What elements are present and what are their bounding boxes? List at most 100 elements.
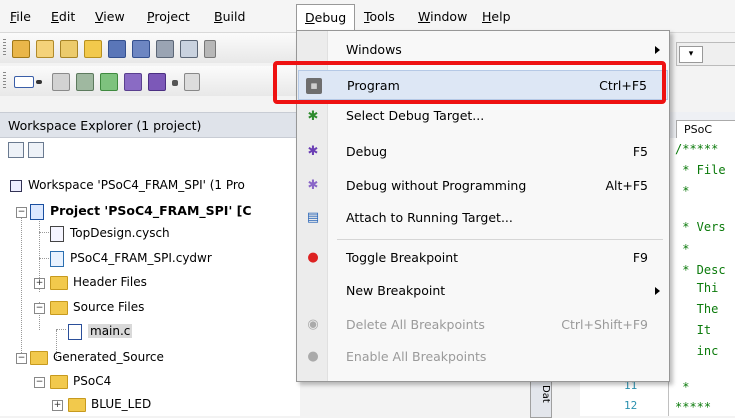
collapse-icon[interactable]: [8, 142, 24, 158]
collapse-toggle[interactable]: −: [34, 377, 45, 388]
menu-item-label: New Breakpoint: [346, 283, 446, 298]
build-project-icon[interactable]: [76, 73, 94, 91]
menu-item-select-debug-target[interactable]: ✱ Select Debug Target...: [298, 107, 668, 129]
tree-item-source-files[interactable]: Source Files: [50, 298, 144, 316]
select-target-icon: ✱: [307, 109, 319, 124]
print-preview-icon[interactable]: [180, 40, 198, 58]
collapse-toggle[interactable]: −: [16, 353, 27, 364]
tree-item-label: BLUE_LED: [91, 397, 152, 411]
new-project-icon[interactable]: [12, 40, 30, 58]
collapse-toggle[interactable]: −: [34, 303, 45, 314]
tree-item-label: main.c: [88, 324, 133, 338]
tree-item-header-files[interactable]: Header Files: [50, 273, 147, 291]
submenu-arrow-icon: [655, 46, 660, 54]
delete-breakpoints-icon: ◉: [307, 317, 319, 332]
menu-item-label: Enable All Breakpoints: [346, 349, 487, 364]
menu-separator: [337, 239, 663, 240]
refresh-icon[interactable]: [28, 142, 44, 158]
open-folder-icon[interactable]: [84, 40, 102, 58]
cut-icon[interactable]: [204, 40, 216, 58]
menu-file[interactable]: File: [10, 9, 31, 24]
expand-toggle[interactable]: +: [34, 278, 45, 289]
enable-breakpoints-icon: ●: [307, 349, 319, 364]
menu-bar: File Edit View Project Build Debug Tools…: [0, 0, 735, 33]
menu-debug[interactable]: Debug: [296, 4, 356, 30]
code-line: *: [675, 380, 690, 394]
menu-item-toggle-breakpoint[interactable]: ● Toggle Breakpoint F9: [298, 243, 668, 273]
build-icon[interactable]: [52, 73, 70, 91]
code-line: The: [675, 302, 719, 316]
tree-item-blue-led[interactable]: BLUE_LED: [68, 395, 151, 413]
debug-no-program-icon: ✱: [307, 178, 319, 193]
project-node[interactable]: Project 'PSoC4_FRAM_SPI' [C: [30, 202, 252, 220]
workspace-node[interactable]: Workspace 'PSoC4_FRAM_SPI' (1 Pro: [10, 176, 245, 194]
project-label: Project 'PSoC4_FRAM_SPI' [C: [50, 203, 252, 218]
collapse-toggle[interactable]: −: [16, 207, 27, 218]
tree-item-psoc4[interactable]: PSoC4: [50, 372, 111, 390]
code-line: *: [675, 184, 690, 198]
explorer-toolbar: [0, 138, 300, 162]
overflow-icon[interactable]: [172, 80, 178, 86]
tree-item-label: Generated_Source: [53, 350, 164, 364]
schematic-icon: [50, 225, 64, 242]
menu-item-enable-all-breakpoints[interactable]: ● Enable All Breakpoints: [298, 342, 668, 372]
tree-item-cydwr[interactable]: PSoC4_FRAM_SPI.cydwr: [50, 249, 212, 267]
menu-item-attach-running-target[interactable]: ▤ Attach to Running Target...: [298, 203, 668, 233]
standard-toolbar: [0, 33, 300, 63]
line-number: 12: [624, 399, 638, 412]
toolbar-dropdown[interactable]: ▾: [679, 46, 703, 63]
toolbar-grip[interactable]: [3, 72, 6, 90]
design-wide-resources-icon: [50, 250, 64, 267]
breakpoint-icon: ●: [307, 250, 319, 265]
dropdown-arrow-icon[interactable]: [36, 80, 42, 84]
menu-item-label: Select Debug Target...: [346, 108, 485, 123]
menu-item-debug[interactable]: ✱ Debug F5: [298, 137, 668, 167]
editor-tab-psoc[interactable]: PSoC: [676, 120, 735, 139]
new-file-icon[interactable]: [36, 40, 54, 58]
menu-build[interactable]: Build: [214, 9, 245, 24]
menu-view[interactable]: View: [95, 9, 125, 24]
menu-item-label: Toggle Breakpoint: [346, 250, 459, 265]
expand-toggle[interactable]: +: [52, 400, 63, 411]
menu-item-label: Debug without Programming: [346, 178, 527, 193]
folder-icon: [30, 350, 48, 365]
right-toolbar: ▾: [676, 42, 735, 66]
toolbar-grip[interactable]: [3, 39, 6, 57]
tree-item-generated-source[interactable]: Generated_Source: [30, 348, 164, 366]
add-item-icon[interactable]: [60, 40, 78, 58]
program-chip-icon[interactable]: [124, 73, 142, 91]
menu-item-label: Attach to Running Target...: [346, 210, 513, 225]
menu-tools[interactable]: Tools: [364, 9, 395, 24]
menu-project[interactable]: Project: [147, 9, 190, 24]
rectangle-icon[interactable]: [14, 76, 34, 88]
menu-edit[interactable]: Edit: [51, 9, 75, 24]
project-icon: [30, 203, 44, 220]
add-component-icon[interactable]: [100, 73, 118, 91]
c-file-icon: [68, 323, 82, 340]
folder-icon: [50, 374, 68, 389]
debug-bug-icon[interactable]: [148, 73, 166, 91]
align-icon[interactable]: [184, 73, 200, 91]
save-all-icon[interactable]: [132, 40, 150, 58]
code-line: *: [675, 242, 690, 256]
save-icon[interactable]: [108, 40, 126, 58]
print-icon[interactable]: [156, 40, 174, 58]
menu-item-new-breakpoint[interactable]: New Breakpoint: [298, 276, 668, 306]
workspace-label: Workspace 'PSoC4_FRAM_SPI' (1 Pro: [28, 178, 245, 192]
submenu-arrow-icon: [655, 287, 660, 295]
code-editor[interactable]: /***** * File * * Vers * * Desc Thi The …: [668, 138, 735, 416]
folder-icon: [68, 397, 86, 412]
menu-item-shortcut: F5: [632, 144, 648, 159]
workspace-icon: [10, 179, 22, 192]
menu-item-delete-all-breakpoints[interactable]: ◉ Delete All Breakpoints Ctrl+Shift+F9: [298, 310, 668, 340]
menu-item-debug-without-programming[interactable]: ✱ Debug without Programming Alt+F5: [298, 171, 668, 201]
editor-tabbar: PSoC: [668, 112, 735, 139]
workspace-explorer-title: Workspace Explorer (1 project): [0, 112, 300, 138]
menu-window[interactable]: Window: [418, 9, 467, 24]
tree-item-main-c[interactable]: main.c: [68, 322, 133, 340]
menu-help[interactable]: Help: [482, 9, 511, 24]
code-line: * File: [675, 163, 726, 177]
tree-item-topdesign[interactable]: TopDesign.cysch: [50, 224, 170, 242]
folder-icon: [50, 300, 68, 315]
menu-item-label: Delete All Breakpoints: [346, 317, 485, 332]
